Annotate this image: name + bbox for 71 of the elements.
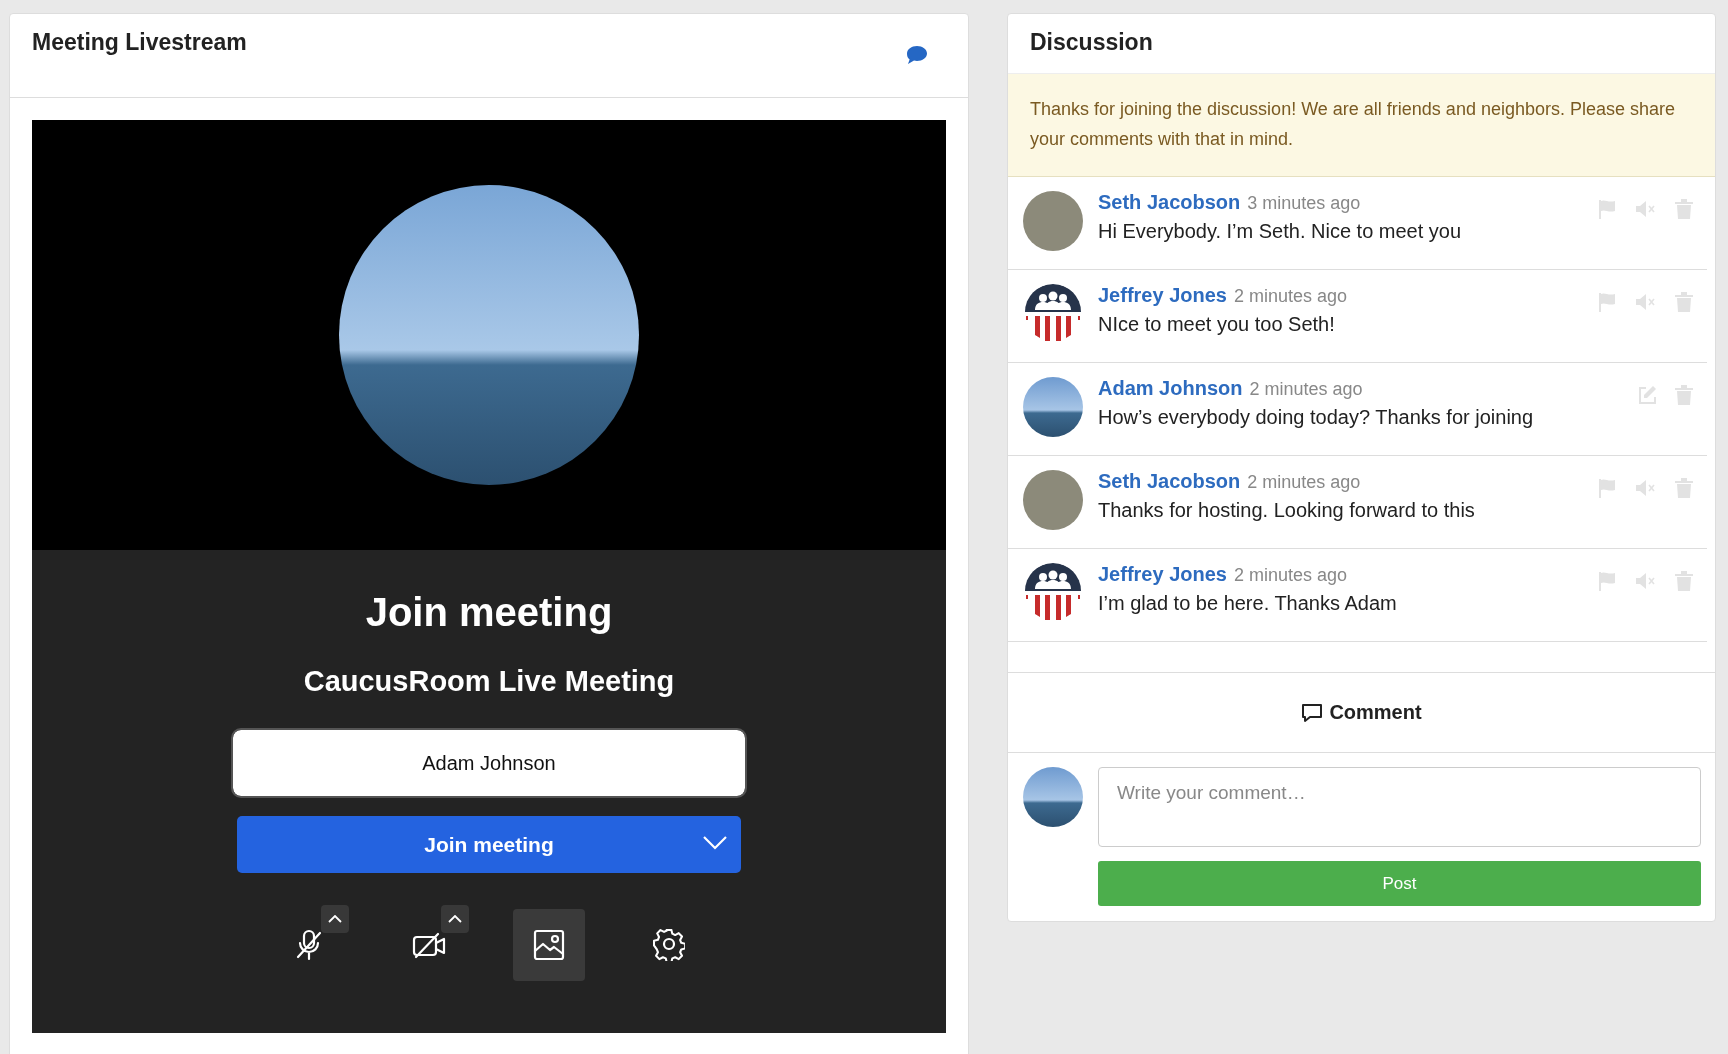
mic-off-icon bbox=[295, 929, 323, 961]
comment-button[interactable]: Comment bbox=[1295, 700, 1428, 725]
comment-text: Hi Everybody. I’m Seth. Nice to meet you bbox=[1098, 220, 1463, 243]
options-button[interactable] bbox=[441, 905, 469, 933]
flag-button[interactable] bbox=[1597, 478, 1617, 498]
join-meeting-button[interactable]: Join meeting bbox=[237, 816, 741, 873]
mute-button[interactable] bbox=[1635, 478, 1657, 498]
flag-button[interactable] bbox=[1597, 292, 1617, 312]
comment-text: I’m glad to be here. Thanks Adam bbox=[1098, 592, 1398, 615]
edit-button[interactable] bbox=[1637, 385, 1657, 405]
caret-icon bbox=[448, 915, 462, 923]
delete-button[interactable] bbox=[1675, 385, 1693, 405]
author-link[interactable]: Jeffrey Jones bbox=[1098, 563, 1227, 586]
trash-icon bbox=[1675, 478, 1693, 498]
caret-icon bbox=[328, 915, 342, 923]
delete-button[interactable] bbox=[1675, 292, 1693, 312]
background-button[interactable] bbox=[513, 909, 585, 981]
flag-icon bbox=[1597, 571, 1617, 591]
mute-icon bbox=[1635, 292, 1657, 312]
mute-button[interactable] bbox=[1635, 199, 1657, 219]
panel-title: Meeting Livestream bbox=[32, 29, 247, 56]
comment-field[interactable]: Write your comment… bbox=[1098, 767, 1701, 847]
author-link[interactable]: Seth Jacobson bbox=[1098, 470, 1241, 493]
avatar-photo bbox=[1023, 470, 1083, 530]
flag-icon bbox=[1597, 478, 1617, 498]
comment-time: 3 minutes ago bbox=[1247, 193, 1361, 214]
options-button[interactable] bbox=[321, 905, 349, 933]
avatar-photo bbox=[1023, 767, 1083, 827]
comment-time: 2 minutes ago bbox=[1247, 472, 1361, 493]
delete-button[interactable] bbox=[1675, 199, 1693, 219]
trash-icon bbox=[1675, 385, 1693, 405]
notice-banner: Thanks for joining the discussion! We are all friends and neighbors. Please share your comments with that in mind. bbox=[1008, 73, 1715, 177]
camera-off-icon bbox=[412, 931, 446, 959]
mute-button[interactable] bbox=[1635, 571, 1657, 591]
chat-icon[interactable] bbox=[906, 45, 928, 65]
flag-icon bbox=[1597, 292, 1617, 312]
avatar-photo bbox=[1023, 191, 1083, 251]
delete-button[interactable] bbox=[1675, 478, 1693, 498]
trash-icon bbox=[1675, 571, 1693, 591]
image-icon bbox=[533, 929, 565, 961]
trash-icon bbox=[1675, 292, 1693, 312]
group-logo-avatar bbox=[1023, 563, 1083, 623]
post-button[interactable]: Post bbox=[1098, 861, 1701, 906]
comment-time: 2 minutes ago bbox=[1233, 565, 1348, 586]
caret-icon bbox=[703, 836, 727, 850]
speech-bubble-icon bbox=[1301, 702, 1324, 723]
meeting-name: CaucusRoom Live Meeting bbox=[303, 665, 675, 698]
avatar-photo bbox=[1023, 377, 1083, 437]
comment-time: 2 minutes ago bbox=[1233, 286, 1348, 307]
comment-text: NIce to meet you too Seth! bbox=[1098, 313, 1336, 336]
mute-icon bbox=[1635, 571, 1657, 591]
trash-icon bbox=[1675, 199, 1693, 219]
author-link[interactable]: Adam Johnson bbox=[1098, 377, 1243, 400]
flag-button[interactable] bbox=[1597, 199, 1617, 219]
settings-icon bbox=[653, 929, 685, 961]
group-logo-avatar bbox=[1023, 284, 1083, 344]
flag-icon bbox=[1597, 199, 1617, 219]
edit-icon bbox=[1637, 385, 1657, 405]
comment-time: 2 minutes ago bbox=[1249, 379, 1363, 400]
join-heading: Join meeting bbox=[365, 590, 613, 635]
author-link[interactable]: Jeffrey Jones bbox=[1098, 284, 1227, 307]
comment-text: How’s everybody doing today? Thanks for joining bbox=[1098, 406, 1535, 429]
panel-title: Discussion bbox=[1029, 28, 1154, 57]
mute-icon bbox=[1635, 478, 1657, 498]
flag-button[interactable] bbox=[1597, 571, 1617, 591]
comment-text: Thanks for hosting. Looking forward to this bbox=[1098, 499, 1476, 522]
delete-button[interactable] bbox=[1675, 571, 1693, 591]
mute-button[interactable] bbox=[1635, 292, 1657, 312]
mute-icon bbox=[1635, 199, 1657, 219]
name-field[interactable]: Adam Johnson bbox=[233, 730, 745, 796]
author-link[interactable]: Seth Jacobson bbox=[1098, 191, 1241, 214]
